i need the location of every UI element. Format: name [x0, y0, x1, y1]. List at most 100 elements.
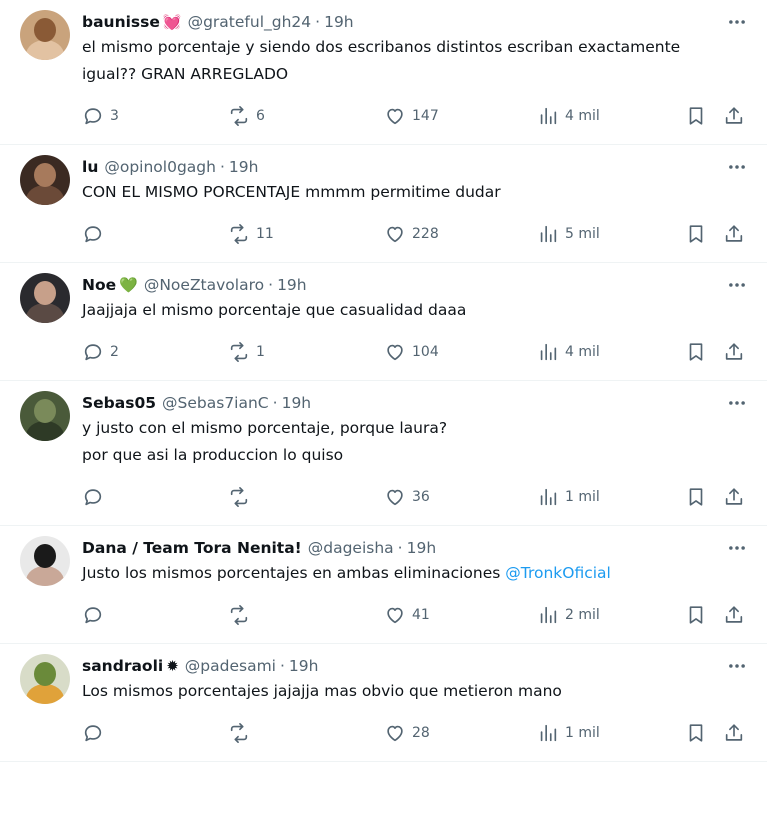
repost-button[interactable]	[228, 485, 250, 509]
bookmark-button[interactable]	[685, 603, 707, 627]
reply-card[interactable]: Noe 💚 @NoeZtavolaro · 19h Jaajjaja el mismo p…	[0, 263, 767, 381]
display-name[interactable]: lu	[82, 158, 98, 176]
user-handle[interactable]: @opinol0gagh	[104, 158, 216, 176]
reply-card[interactable]: lu @opinol0gagh · 19h CON EL MISMO PORCENTAJ…	[0, 145, 767, 263]
repost-button[interactable]	[228, 721, 250, 745]
mention-link[interactable]: @TronkOficial	[505, 564, 611, 582]
repost-button[interactable]: 1	[228, 340, 265, 364]
more-icon[interactable]	[725, 159, 749, 175]
like-button[interactable]: 228	[384, 222, 439, 246]
share-button[interactable]	[723, 222, 745, 246]
timestamp[interactable]: 19h	[229, 158, 259, 176]
views-button[interactable]: 1 mil	[537, 721, 600, 745]
action-bar: 28 1 mil	[82, 705, 751, 761]
reply-text-segment: por que asi la produccion lo quiso	[82, 446, 344, 464]
reply-button[interactable]: 2	[82, 340, 119, 364]
name-emoji-badge: ✹	[166, 656, 179, 675]
separator-dot: ·	[219, 158, 225, 176]
reply-card[interactable]: Sebas05 @Sebas7ianC · 19h y justo con el mis…	[0, 381, 767, 526]
like-button[interactable]: 41	[384, 603, 430, 627]
reply-button[interactable]	[82, 721, 104, 745]
avatar[interactable]	[20, 273, 70, 323]
share-button[interactable]	[723, 104, 745, 128]
views-button[interactable]: 2 mil	[537, 603, 600, 627]
like-button[interactable]: 104	[384, 340, 439, 364]
timestamp[interactable]: 19h	[282, 394, 312, 412]
bookmark-button[interactable]	[685, 340, 707, 364]
reply-button[interactable]: 3	[82, 104, 119, 128]
more-icon[interactable]	[725, 395, 749, 411]
like-button[interactable]: 28	[384, 721, 430, 745]
avatar[interactable]	[20, 536, 70, 586]
display-name[interactable]: Noe	[82, 276, 116, 294]
bookmark-button[interactable]	[685, 104, 707, 128]
replies-count: 3	[110, 108, 119, 124]
views-count: 4 mil	[565, 108, 600, 124]
more-icon[interactable]	[725, 277, 749, 293]
heart-icon	[384, 341, 406, 363]
avatar[interactable]	[20, 654, 70, 704]
reply-button[interactable]	[82, 603, 104, 627]
display-name[interactable]: Dana / Team Tora Nenita!	[82, 539, 302, 557]
reply-text-line: Los mismos porcentajes jajajja mas obvio…	[82, 678, 751, 705]
reply-button[interactable]	[82, 485, 104, 509]
bookmark-button[interactable]	[685, 222, 707, 246]
reply-icon	[82, 105, 104, 127]
display-name[interactable]: baunisse	[82, 13, 160, 31]
share-button[interactable]	[723, 721, 745, 745]
reply-button[interactable]	[82, 222, 104, 246]
views-icon	[537, 105, 559, 127]
share-button[interactable]	[723, 603, 745, 627]
user-handle[interactable]: @padesami	[185, 657, 276, 675]
avatar[interactable]	[20, 155, 70, 205]
reply-text: Los mismos porcentajes jajajja mas obvio…	[82, 678, 751, 705]
user-handle[interactable]: @NoeZtavolaro	[144, 276, 264, 294]
reply-header: Dana / Team Tora Nenita! @dageisha · 19h	[82, 536, 751, 560]
share-icon	[723, 486, 745, 508]
heart-icon	[384, 722, 406, 744]
likes-count: 36	[412, 489, 430, 505]
views-button[interactable]: 4 mil	[537, 340, 600, 364]
reply-card[interactable]: Dana / Team Tora Nenita! @dageisha · 19h Jus…	[0, 526, 767, 644]
views-icon	[537, 223, 559, 245]
timestamp[interactable]: 19h	[277, 276, 307, 294]
avatar[interactable]	[20, 391, 70, 441]
views-button[interactable]: 1 mil	[537, 485, 600, 509]
action-bar: 11 228 5 mil	[82, 206, 751, 262]
repost-button[interactable]: 11	[228, 222, 274, 246]
more-icon[interactable]	[725, 658, 749, 674]
more-icon[interactable]	[725, 14, 749, 30]
share-icon	[723, 722, 745, 744]
user-handle[interactable]: @Sebas7ianC	[162, 394, 269, 412]
more-icon[interactable]	[725, 540, 749, 556]
display-name[interactable]: Sebas05	[82, 394, 156, 412]
share-button[interactable]	[723, 485, 745, 509]
reply-text-line: por que asi la produccion lo quiso	[82, 442, 751, 469]
like-button[interactable]: 36	[384, 485, 430, 509]
avatar[interactable]	[20, 10, 70, 60]
timestamp[interactable]: 19h	[407, 539, 437, 557]
user-handle[interactable]: @grateful_gh24	[188, 13, 312, 31]
share-button[interactable]	[723, 340, 745, 364]
bookmark-button[interactable]	[685, 485, 707, 509]
views-count: 1 mil	[565, 725, 600, 741]
bookmark-icon	[685, 722, 707, 744]
repost-button[interactable]: 6	[228, 104, 265, 128]
reply-text: Justo los mismos porcentajes en ambas el…	[82, 560, 751, 587]
timestamp[interactable]: 19h	[289, 657, 319, 675]
views-button[interactable]: 4 mil	[537, 104, 600, 128]
display-name[interactable]: sandraoli	[82, 657, 163, 675]
reply-text-line: y justo con el mismo porcentaje, porque …	[82, 415, 751, 442]
reply-card[interactable]: sandraoli ✹ @padesami · 19h Los mismos porcen…	[0, 644, 767, 762]
reply-icon	[82, 604, 104, 626]
user-handle[interactable]: @dageisha	[308, 539, 394, 557]
bookmark-button[interactable]	[685, 721, 707, 745]
reply-card[interactable]: baunisse 💓 @grateful_gh24 · 19h el mismo porc…	[0, 0, 767, 145]
reply-text-line: CON EL MISMO PORCENTAJE mmmm permitime d…	[82, 179, 751, 206]
timestamp[interactable]: 19h	[324, 13, 354, 31]
like-button[interactable]: 147	[384, 104, 439, 128]
heart-icon	[384, 223, 406, 245]
repost-button[interactable]	[228, 603, 250, 627]
views-button[interactable]: 5 mil	[537, 222, 600, 246]
reply-icon	[82, 223, 104, 245]
